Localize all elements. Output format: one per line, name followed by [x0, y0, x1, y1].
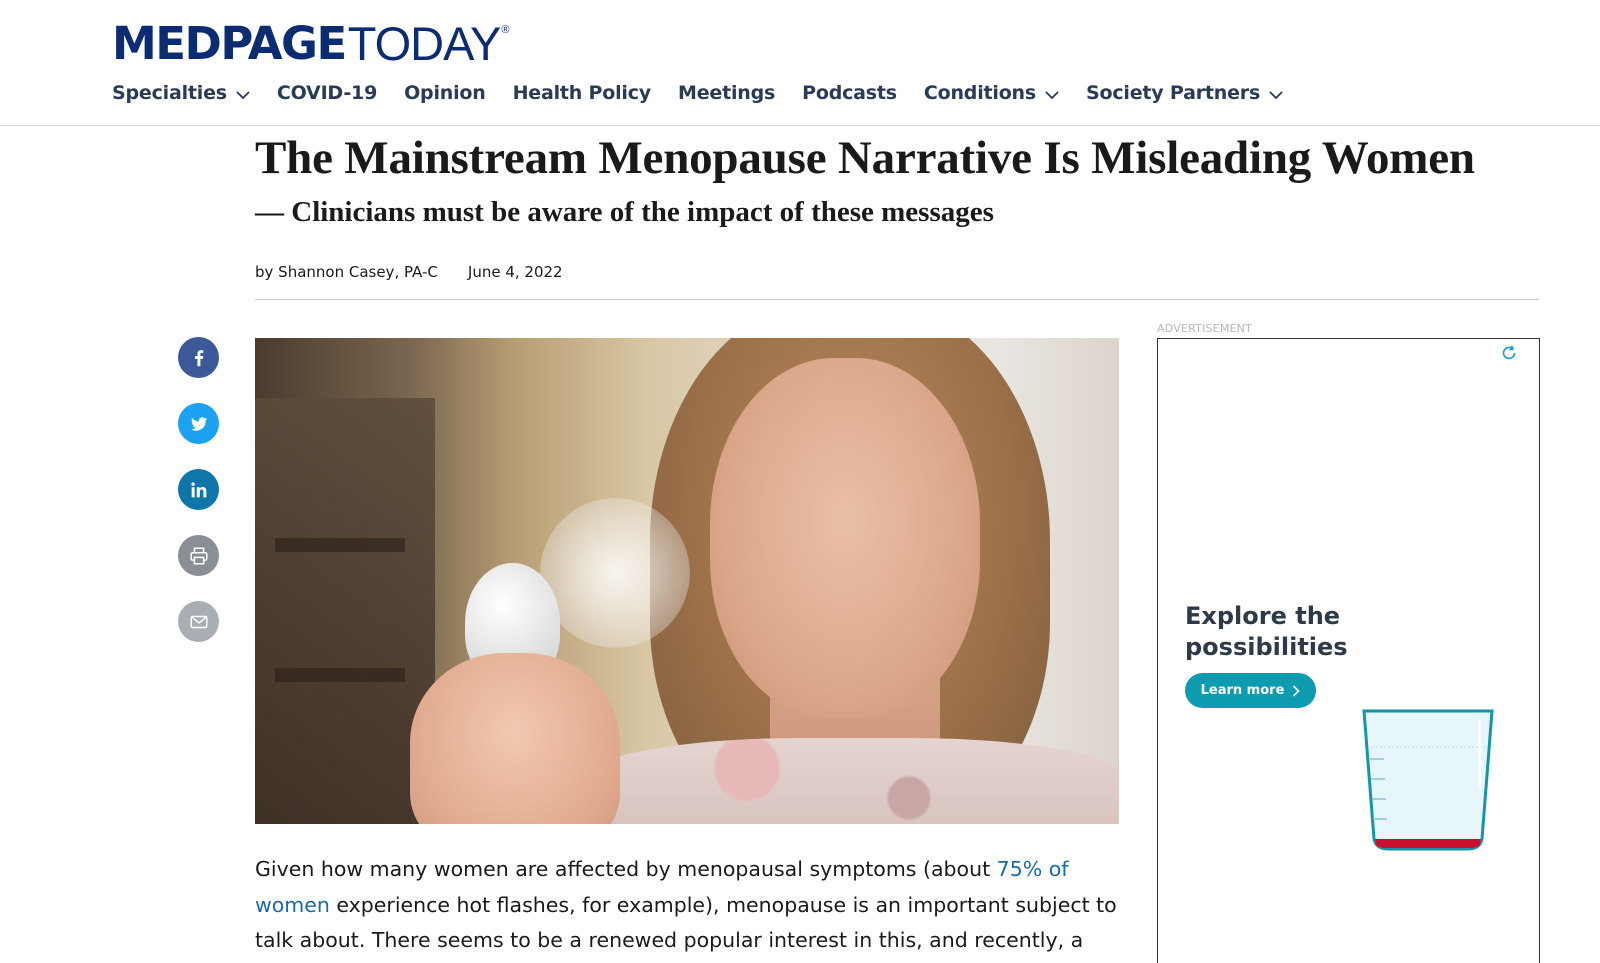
nav-item-covid[interactable]: COVID-19	[277, 82, 377, 104]
site-header: MEDPAGE TODAY ® Specialties COVID-19 Opi…	[0, 0, 1600, 126]
twitter-share-button[interactable]	[178, 403, 219, 444]
chevron-down-icon	[1045, 91, 1059, 100]
email-icon	[189, 615, 208, 628]
publish-date: June 4, 2022	[467, 263, 563, 281]
ad-label: ADVERTISEMENT	[1157, 322, 1253, 335]
nav-item-conditions[interactable]: Conditions	[924, 82, 1059, 104]
ad-learn-more-button[interactable]: Learn more	[1185, 673, 1316, 708]
nav-item-podcasts[interactable]: Podcasts	[802, 82, 897, 104]
article-hero-image	[255, 338, 1119, 824]
nav-item-society-partners[interactable]: Society Partners	[1086, 82, 1283, 104]
body-text-part1: Given how many women are affected by men…	[255, 857, 997, 881]
nav-item-opinion[interactable]: Opinion	[404, 82, 486, 104]
print-button[interactable]	[178, 535, 219, 576]
print-icon	[189, 546, 208, 565]
ad-headline: Explore the possibilities	[1185, 602, 1348, 661]
logo-bold-text: MEDPAGE	[112, 17, 347, 70]
site-logo[interactable]: MEDPAGE TODAY ®	[112, 18, 509, 68]
linkedin-icon	[190, 481, 206, 497]
measuring-cup-illustration	[1362, 709, 1494, 851]
chevron-down-icon	[1269, 91, 1283, 100]
nav-item-label: Opinion	[404, 82, 486, 104]
article-title: The Mainstream Menopause Narrative Is Mi…	[255, 132, 1475, 184]
byline: by Shannon Casey, PA-C June 4, 2022	[255, 263, 563, 281]
nav-item-health-policy[interactable]: Health Policy	[512, 82, 652, 104]
facebook-share-button[interactable]	[178, 337, 219, 378]
facebook-icon	[194, 349, 203, 366]
nav-item-label: Podcasts	[802, 82, 897, 104]
advertisement-panel[interactable]: Explore the possibilities Learn more	[1157, 338, 1540, 963]
nav-item-label: Specialties	[112, 82, 227, 104]
linkedin-share-button[interactable]	[178, 469, 219, 510]
body-text-part2: experience hot flashes, for example), me…	[255, 892, 1117, 953]
nav-item-label: Conditions	[923, 82, 1036, 104]
nav-item-specialties[interactable]: Specialties	[112, 82, 250, 104]
logo-light-text: TODAY	[347, 17, 502, 70]
nav-item-label: Society Partners	[1086, 82, 1261, 104]
nav-item-meetings[interactable]: Meetings	[678, 82, 775, 104]
article-subtitle: — Clinicians must be aware of the impact…	[255, 196, 994, 228]
main-nav: Specialties COVID-19 Opinion Health Poli…	[112, 78, 1310, 108]
author-link[interactable]: by Shannon Casey, PA-C	[255, 263, 438, 281]
nav-item-label: Health Policy	[512, 82, 652, 104]
article-body-paragraph: Given how many women are affected by men…	[255, 852, 1125, 959]
email-share-button[interactable]	[178, 601, 219, 642]
twitter-icon	[190, 416, 207, 431]
social-share-bar	[178, 337, 220, 667]
header-divider	[255, 299, 1539, 300]
refresh-icon[interactable]	[1499, 343, 1519, 363]
nav-item-label: Meetings	[677, 82, 776, 104]
nav-item-label: COVID-19	[276, 82, 378, 104]
ad-button-label: Learn more	[1200, 683, 1285, 698]
chevron-down-icon	[236, 91, 250, 100]
chevron-right-icon	[1293, 684, 1301, 697]
logo-registered-mark: ®	[501, 24, 510, 36]
